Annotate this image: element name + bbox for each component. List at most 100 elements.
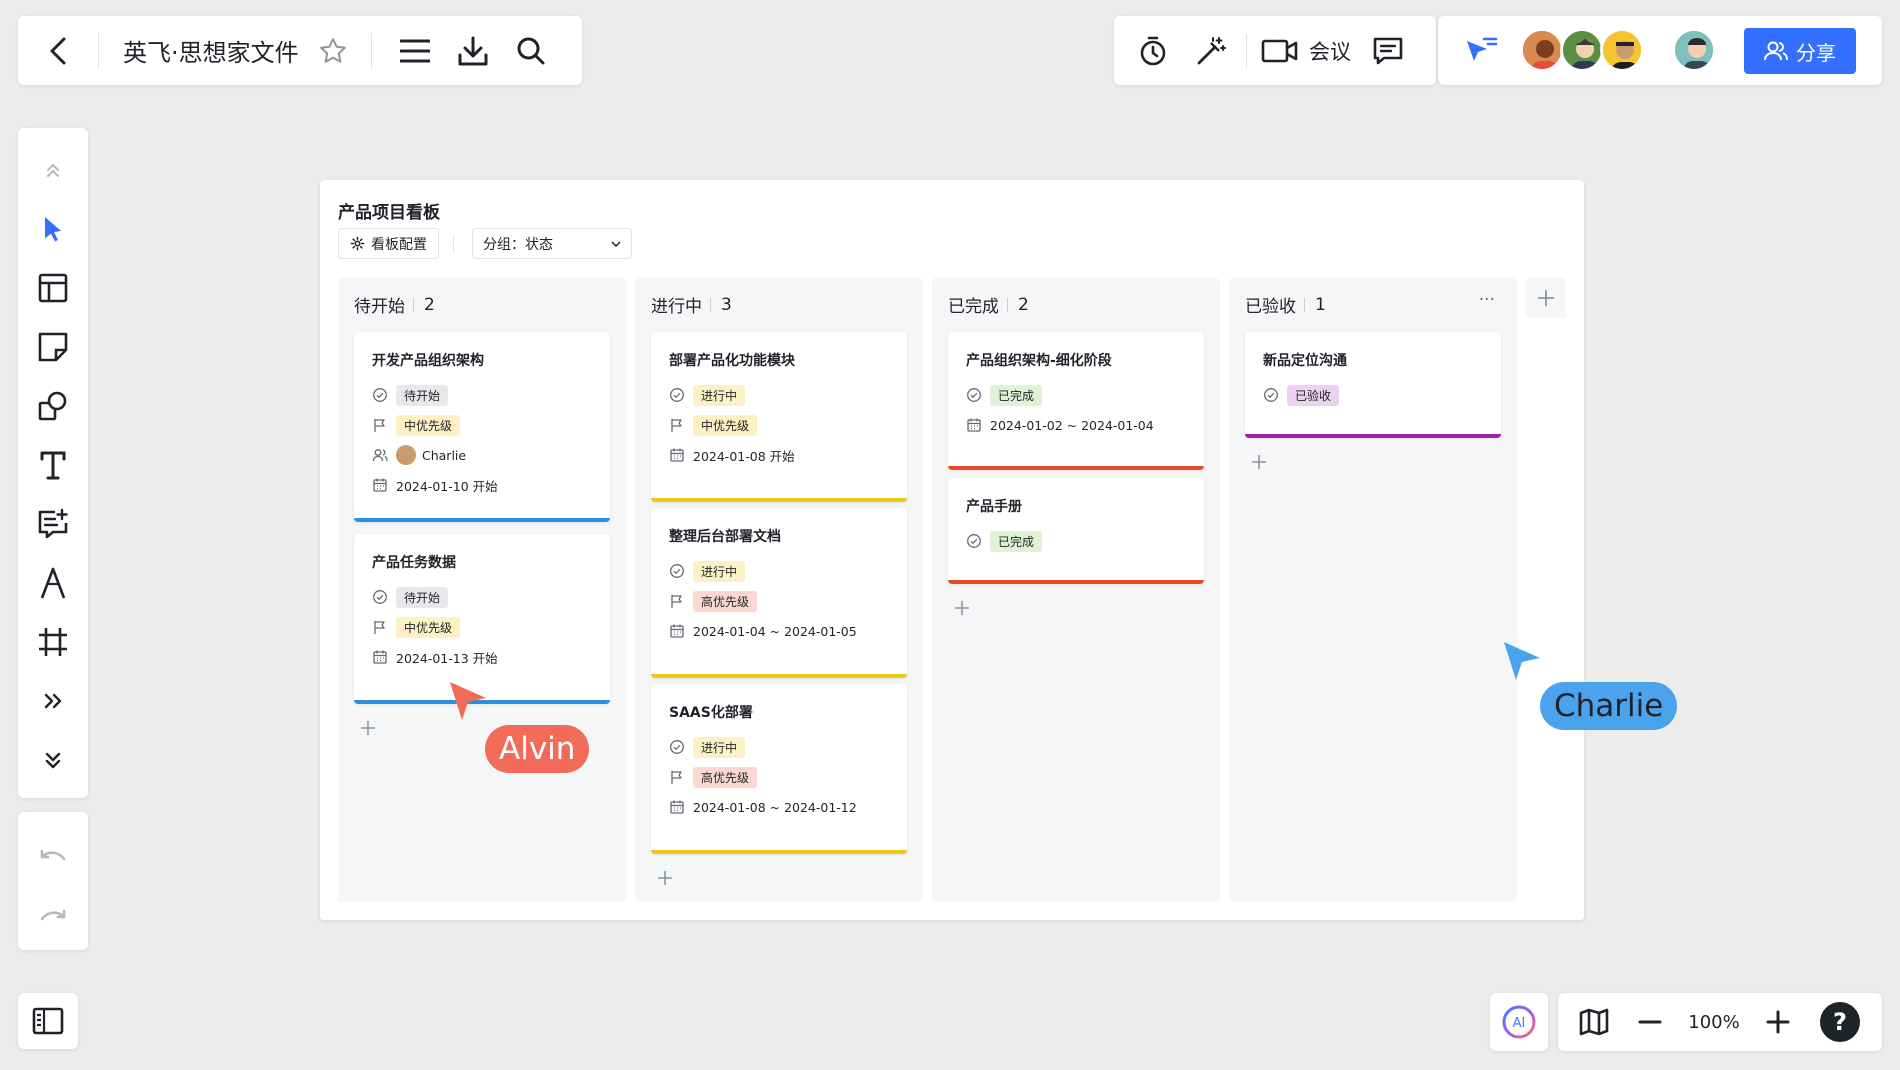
- collaboration-toolbar: 会议: [1114, 16, 1436, 85]
- help-button[interactable]: ?: [1820, 1002, 1860, 1042]
- zoom-controls: 100% ?: [1558, 993, 1882, 1051]
- task-card[interactable]: 产品任务数据 待开始 中优先级 2024-01-13 开始: [354, 534, 610, 704]
- more-tools-icon[interactable]: [25, 673, 81, 729]
- kanban-column: 待开始 2 开发产品组织架构 待开始 中优先级 Charlie 2024-01-10 开始产…: [338, 278, 626, 902]
- card-title: 新品定位沟通: [1263, 353, 1347, 369]
- status-badge: 待开始: [396, 586, 449, 608]
- task-card[interactable]: 产品组织架构-细化阶段 已完成 2024-01-02 ~ 2024-01-04: [948, 332, 1204, 470]
- task-card[interactable]: 部署产品化功能模块 进行中 中优先级 2024-01-08 开始: [651, 332, 907, 502]
- card-title: 部署产品化功能模块: [669, 353, 795, 369]
- column-name: 已验收: [1245, 297, 1296, 317]
- ai-assistant-button[interactable]: AI: [1490, 993, 1548, 1051]
- card-date: 2024-01-10 开始: [396, 478, 498, 494]
- task-card[interactable]: 产品手册 已完成: [948, 478, 1204, 584]
- status-color-bar: [948, 580, 1204, 584]
- redo-icon[interactable]: [25, 890, 81, 946]
- presence-toolbar: 分享: [1438, 16, 1882, 85]
- cursor-arrow-icon: [450, 682, 486, 720]
- card-field-status: 已完成: [966, 380, 1188, 410]
- status-badge: 已完成: [990, 384, 1043, 406]
- calendar-icon: [372, 477, 388, 493]
- task-card[interactable]: 开发产品组织架构 待开始 中优先级 Charlie 2024-01-10 开始: [354, 332, 610, 522]
- card-field-date: 2024-01-13 开始: [372, 642, 594, 672]
- card-assignee: Charlie: [422, 447, 467, 463]
- avatar[interactable]: [1672, 28, 1716, 72]
- shapes-icon[interactable]: [25, 378, 81, 434]
- svg-text:AI: AI: [1513, 1016, 1526, 1031]
- doc-title[interactable]: 英飞·思想家文件: [123, 33, 299, 68]
- column-more-icon[interactable]: ···: [1479, 290, 1495, 310]
- status-badge: 进行中: [693, 736, 746, 758]
- add-card-icon[interactable]: [653, 866, 677, 890]
- task-card[interactable]: 新品定位沟通 已验收: [1245, 332, 1501, 438]
- card-title: 开发产品组织架构: [372, 353, 484, 369]
- group-by-select[interactable]: 分组：状态: [472, 228, 632, 259]
- comment-icon[interactable]: [1359, 22, 1417, 80]
- meeting-button[interactable]: 会议: [1253, 22, 1359, 80]
- frame-icon[interactable]: [25, 614, 81, 670]
- status-color-bar: [651, 850, 907, 854]
- collapse-up-icon[interactable]: [25, 142, 81, 198]
- star-icon[interactable]: [315, 33, 351, 69]
- expand-down-icon[interactable]: [25, 732, 81, 788]
- status-color-bar: [651, 674, 907, 678]
- gear-icon: [350, 236, 365, 251]
- config-label: 看板配置: [371, 236, 427, 253]
- divider: [1246, 33, 1247, 68]
- users-icon: [1764, 41, 1788, 61]
- back-icon[interactable]: [18, 16, 98, 85]
- magic-wand-icon[interactable]: [1182, 22, 1240, 80]
- text-icon[interactable]: [25, 437, 81, 493]
- card-field-date: 2024-01-08 开始: [669, 440, 891, 470]
- sticky-note-icon[interactable]: [25, 319, 81, 375]
- add-card-icon[interactable]: [950, 596, 974, 620]
- history-controls: [18, 812, 88, 950]
- zoom-out-icon[interactable]: [1622, 994, 1678, 1050]
- priority-badge: 高优先级: [693, 590, 758, 612]
- task-card[interactable]: SAAS化部署 进行中 高优先级 2024-01-08 ~ 2024-01-12: [651, 684, 907, 854]
- priority-badge: 中优先级: [396, 616, 461, 638]
- card-title: 产品手册: [966, 499, 1022, 515]
- board-config-button[interactable]: 看板配置: [338, 228, 439, 259]
- priority-badge: 中优先级: [396, 414, 461, 436]
- avatar[interactable]: [1520, 28, 1564, 72]
- column-header[interactable]: 已完成 2: [948, 292, 1029, 317]
- avatar[interactable]: [1600, 28, 1644, 72]
- select-pointer-icon[interactable]: [25, 201, 81, 257]
- flag-icon: [669, 593, 685, 609]
- task-card[interactable]: 整理后台部署文档 进行中 高优先级 2024-01-04 ~ 2024-01-05: [651, 508, 907, 678]
- zoom-level[interactable]: 100%: [1678, 1012, 1750, 1033]
- column-header[interactable]: 待开始 2: [354, 292, 435, 317]
- timer-icon[interactable]: [1124, 22, 1182, 80]
- column-header[interactable]: 已验收 1: [1245, 292, 1326, 317]
- pen-icon[interactable]: [25, 555, 81, 611]
- card-date: 2024-01-04 ~ 2024-01-05: [693, 623, 857, 639]
- add-comment-icon[interactable]: [25, 496, 81, 552]
- add-card-icon[interactable]: [356, 716, 380, 740]
- meeting-label: 会议: [1309, 39, 1351, 64]
- column-count: 1: [1304, 296, 1326, 313]
- menu-icon[interactable]: [386, 22, 444, 80]
- card-field-priority: 中优先级: [372, 410, 594, 440]
- sidebar-toggle-icon[interactable]: [18, 993, 78, 1049]
- undo-icon[interactable]: [25, 830, 81, 886]
- add-card-icon[interactable]: [1247, 450, 1271, 474]
- follow-cursor-icon[interactable]: [1446, 22, 1518, 80]
- layout-template-icon[interactable]: [25, 260, 81, 316]
- card-date: 2024-01-08 开始: [693, 448, 795, 464]
- calendar-icon: [966, 417, 982, 433]
- column-header[interactable]: 进行中 3: [651, 292, 732, 317]
- card-field-status: 进行中: [669, 380, 891, 410]
- status-check-icon: [1263, 387, 1279, 403]
- avatar[interactable]: [1560, 28, 1604, 72]
- card-field-date: 2024-01-04 ~ 2024-01-05: [669, 616, 891, 646]
- minimap-icon[interactable]: [1566, 994, 1622, 1050]
- download-icon[interactable]: [444, 22, 502, 80]
- zoom-in-icon[interactable]: [1750, 994, 1806, 1050]
- add-column-icon[interactable]: [1526, 278, 1566, 318]
- share-button[interactable]: 分享: [1744, 28, 1856, 74]
- card-field-status: 已完成: [966, 526, 1188, 556]
- search-icon[interactable]: [502, 22, 560, 80]
- status-check-icon: [669, 387, 685, 403]
- card-field-priority: 中优先级: [372, 612, 594, 642]
